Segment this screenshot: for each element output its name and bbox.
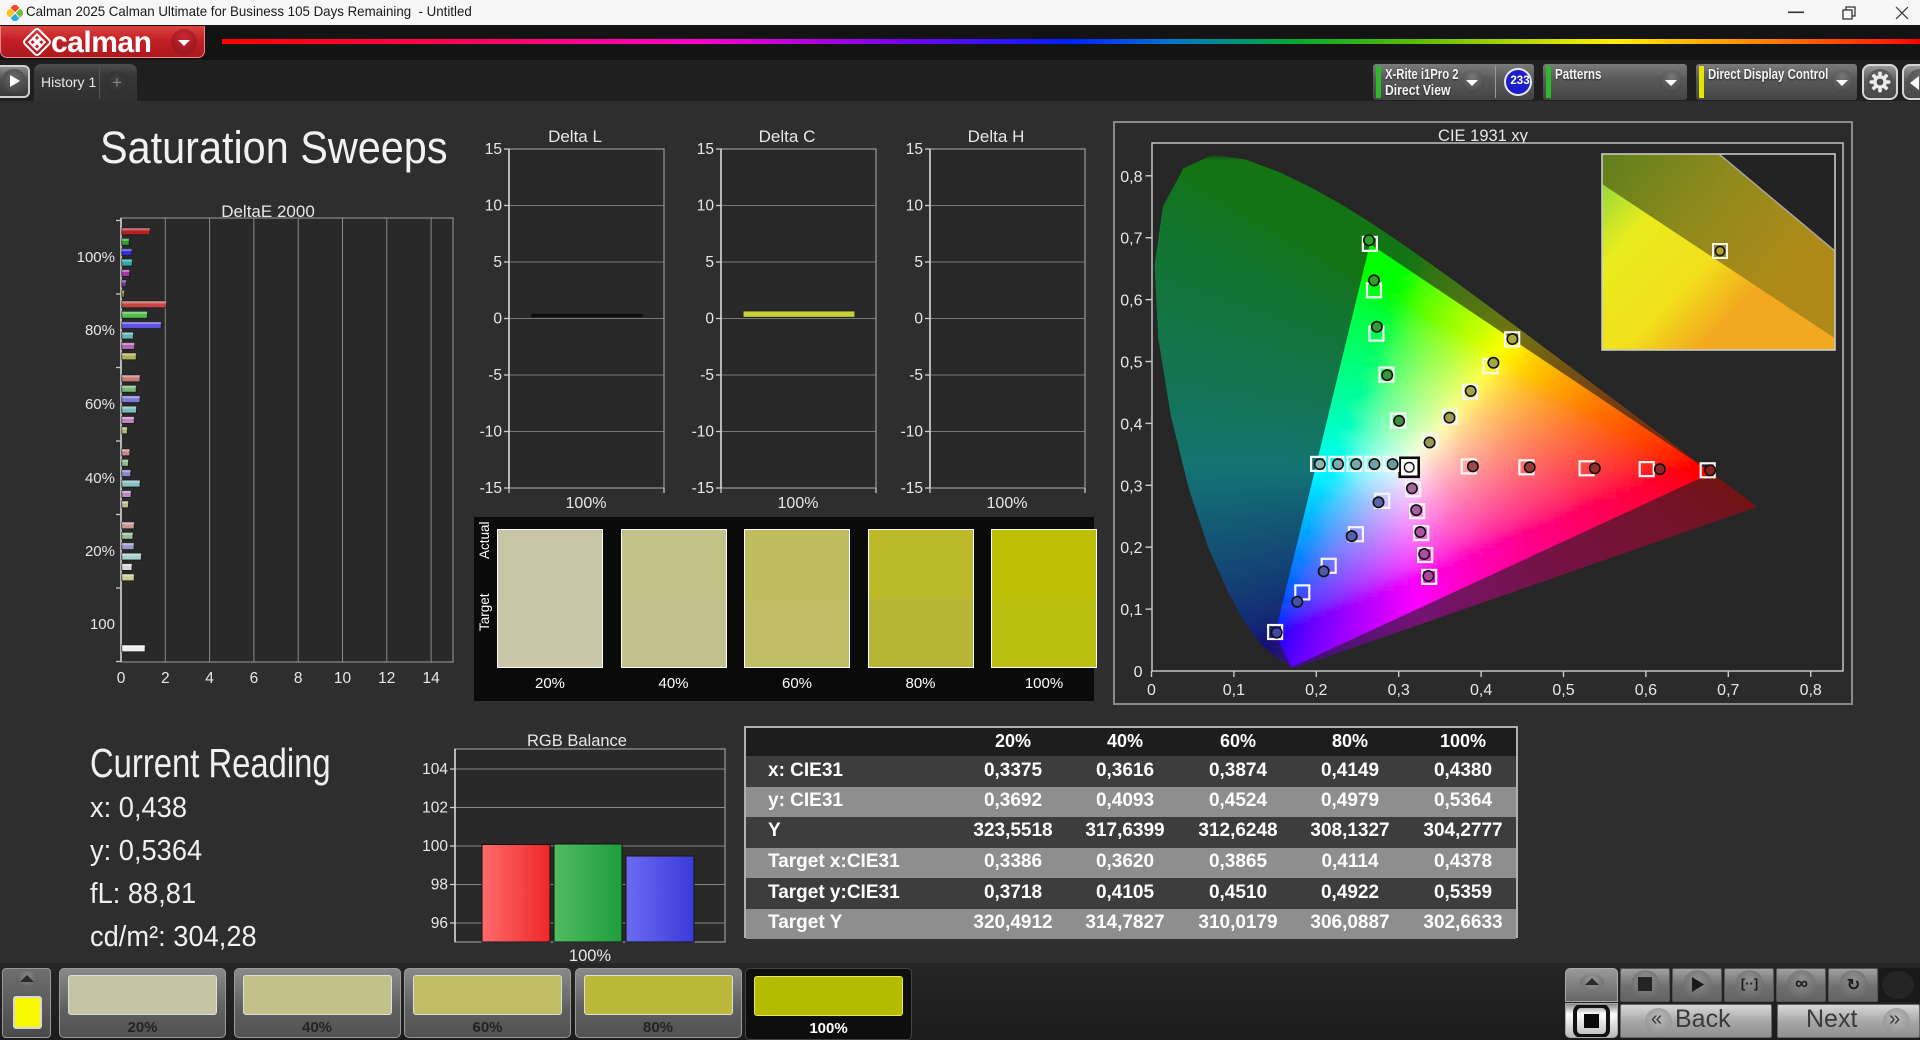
svg-text:100: 100 <box>422 838 448 855</box>
svg-text:10: 10 <box>697 198 715 215</box>
svg-text:0: 0 <box>914 311 923 328</box>
svg-text:2: 2 <box>161 670 170 687</box>
svg-text:100: 100 <box>90 616 115 633</box>
svg-text:-5: -5 <box>700 367 714 384</box>
svg-text:0,3: 0,3 <box>1388 682 1410 699</box>
svg-text:5: 5 <box>914 254 923 271</box>
svg-text:0,4: 0,4 <box>1470 682 1492 699</box>
svg-text:10: 10 <box>906 198 924 215</box>
svg-text:0,2: 0,2 <box>1120 540 1142 557</box>
svg-text:4: 4 <box>205 670 214 687</box>
svg-text:0: 0 <box>705 311 714 328</box>
svg-text:Delta L: Delta L <box>548 127 602 146</box>
svg-text:0,5: 0,5 <box>1552 682 1574 699</box>
svg-text:0: 0 <box>1147 682 1156 699</box>
svg-text:5: 5 <box>493 254 502 271</box>
svg-text:10: 10 <box>334 670 352 687</box>
svg-text:15: 15 <box>697 141 714 158</box>
svg-text:0,8: 0,8 <box>1120 169 1142 186</box>
svg-text:80%: 80% <box>85 322 115 339</box>
svg-text:98: 98 <box>431 877 448 894</box>
svg-text:-10: -10 <box>692 424 715 441</box>
svg-text:0,5: 0,5 <box>1120 355 1142 372</box>
svg-text:96: 96 <box>431 915 448 932</box>
svg-text:100%: 100% <box>77 249 115 266</box>
svg-text:Delta C: Delta C <box>759 127 816 146</box>
svg-text:12: 12 <box>378 670 395 687</box>
svg-text:0: 0 <box>1134 664 1143 681</box>
svg-text:0: 0 <box>117 670 126 687</box>
svg-text:-15: -15 <box>901 480 923 497</box>
svg-text:-15: -15 <box>692 480 714 497</box>
svg-text:102: 102 <box>422 800 448 817</box>
svg-text:0,2: 0,2 <box>1305 682 1327 699</box>
svg-text:Delta H: Delta H <box>968 127 1025 146</box>
svg-text:100%: 100% <box>566 495 607 512</box>
svg-text:14: 14 <box>422 670 440 687</box>
svg-text:0,6: 0,6 <box>1635 682 1657 699</box>
svg-text:100%: 100% <box>987 495 1028 512</box>
svg-text:104: 104 <box>422 761 448 778</box>
svg-text:-10: -10 <box>480 424 503 441</box>
svg-text:0: 0 <box>493 311 502 328</box>
svg-text:0,1: 0,1 <box>1223 682 1245 699</box>
svg-text:8: 8 <box>294 670 303 687</box>
svg-text:10: 10 <box>485 198 503 215</box>
svg-text:20%: 20% <box>85 543 115 560</box>
svg-text:0,1: 0,1 <box>1120 602 1142 619</box>
svg-text:0,6: 0,6 <box>1120 293 1142 310</box>
svg-text:-5: -5 <box>488 367 502 384</box>
svg-text:-10: -10 <box>901 424 924 441</box>
svg-text:0,3: 0,3 <box>1120 478 1142 495</box>
svg-text:5: 5 <box>705 254 714 271</box>
svg-text:15: 15 <box>906 141 923 158</box>
svg-text:0,7: 0,7 <box>1717 682 1739 699</box>
svg-text:RGB Balance: RGB Balance <box>527 732 627 750</box>
svg-text:100%: 100% <box>778 495 819 512</box>
svg-text:0,4: 0,4 <box>1120 416 1142 433</box>
svg-text:6: 6 <box>250 670 259 687</box>
svg-text:60%: 60% <box>85 396 115 413</box>
svg-text:-5: -5 <box>909 367 923 384</box>
svg-text:40%: 40% <box>85 470 115 487</box>
svg-text:0,7: 0,7 <box>1120 231 1142 248</box>
svg-text:-15: -15 <box>480 480 502 497</box>
svg-text:15: 15 <box>485 141 502 158</box>
svg-text:0,8: 0,8 <box>1800 682 1822 699</box>
